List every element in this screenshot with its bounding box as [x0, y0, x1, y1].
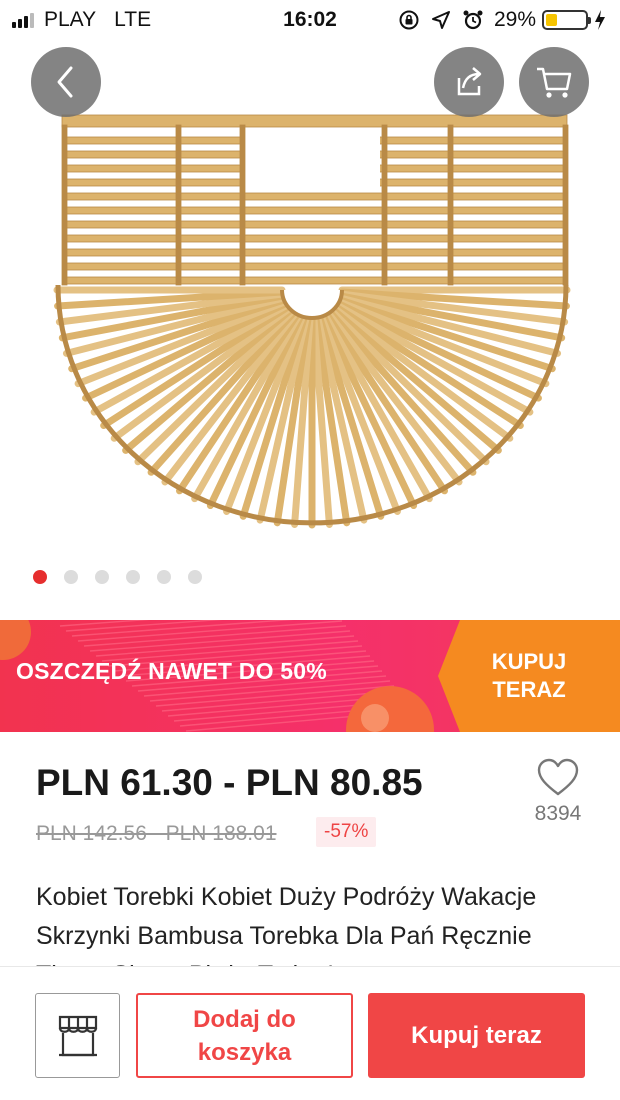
product-title: Kobiet Torebki Kobiet Duży Podróży Wakac…	[36, 883, 537, 968]
signal-icon	[12, 12, 36, 28]
gallery-dot[interactable]	[95, 570, 109, 584]
buy-now-button[interactable]: Kupuj teraz	[368, 993, 585, 1078]
original-price: PLN 142.56 - PLN 188.01	[36, 822, 277, 845]
store-button[interactable]	[35, 993, 120, 1078]
promo-buy-now-button[interactable]: KUPUJ TERAZ	[438, 620, 620, 732]
cart-icon	[537, 67, 572, 98]
carrier-name: PLAY	[44, 8, 97, 31]
gallery-dot[interactable]	[157, 570, 171, 584]
gallery-pagination[interactable]	[33, 570, 219, 584]
heart-icon	[537, 758, 579, 796]
back-button[interactable]	[31, 47, 101, 117]
share-icon	[457, 67, 482, 96]
chevron-left-icon	[57, 66, 73, 98]
bottom-action-bar: Dodaj do koszyka Kupuj teraz	[0, 966, 620, 1100]
wishlist-count: 8394	[534, 802, 582, 825]
add-to-cart-button[interactable]: Dodaj do koszyka	[136, 993, 353, 1078]
share-button[interactable]	[434, 47, 504, 117]
battery-icon	[542, 10, 591, 30]
rotation-lock-icon	[399, 10, 419, 30]
location-icon	[431, 11, 450, 29]
cart-button[interactable]	[519, 47, 589, 117]
status-bar: PLAY LTE 16:02 29%	[0, 0, 620, 40]
gallery-dot[interactable]	[64, 570, 78, 584]
alarm-icon	[463, 10, 483, 30]
gallery-dot[interactable]	[33, 570, 47, 584]
promo-banner[interactable]: OSZCZĘDŹ NAWET DO 50% KUPUJ TERAZ	[0, 620, 620, 732]
wishlist-button[interactable]: 8394	[528, 757, 588, 826]
price-range: PLN 61.30 - PLN 80.85	[36, 762, 423, 803]
promo-text: OSZCZĘDŹ NAWET DO 50%	[16, 658, 327, 684]
gallery-dot[interactable]	[188, 570, 202, 584]
product-image-gallery[interactable]	[0, 0, 620, 620]
charging-icon	[595, 10, 605, 30]
battery-percent: 29%	[493, 8, 536, 31]
gallery-dot[interactable]	[126, 570, 140, 584]
store-icon	[58, 1015, 97, 1056]
network-type: LTE	[114, 8, 152, 31]
promo-cta-label: KUPUJ TERAZ	[491, 649, 567, 702]
discount-badge: -57%	[316, 817, 377, 847]
